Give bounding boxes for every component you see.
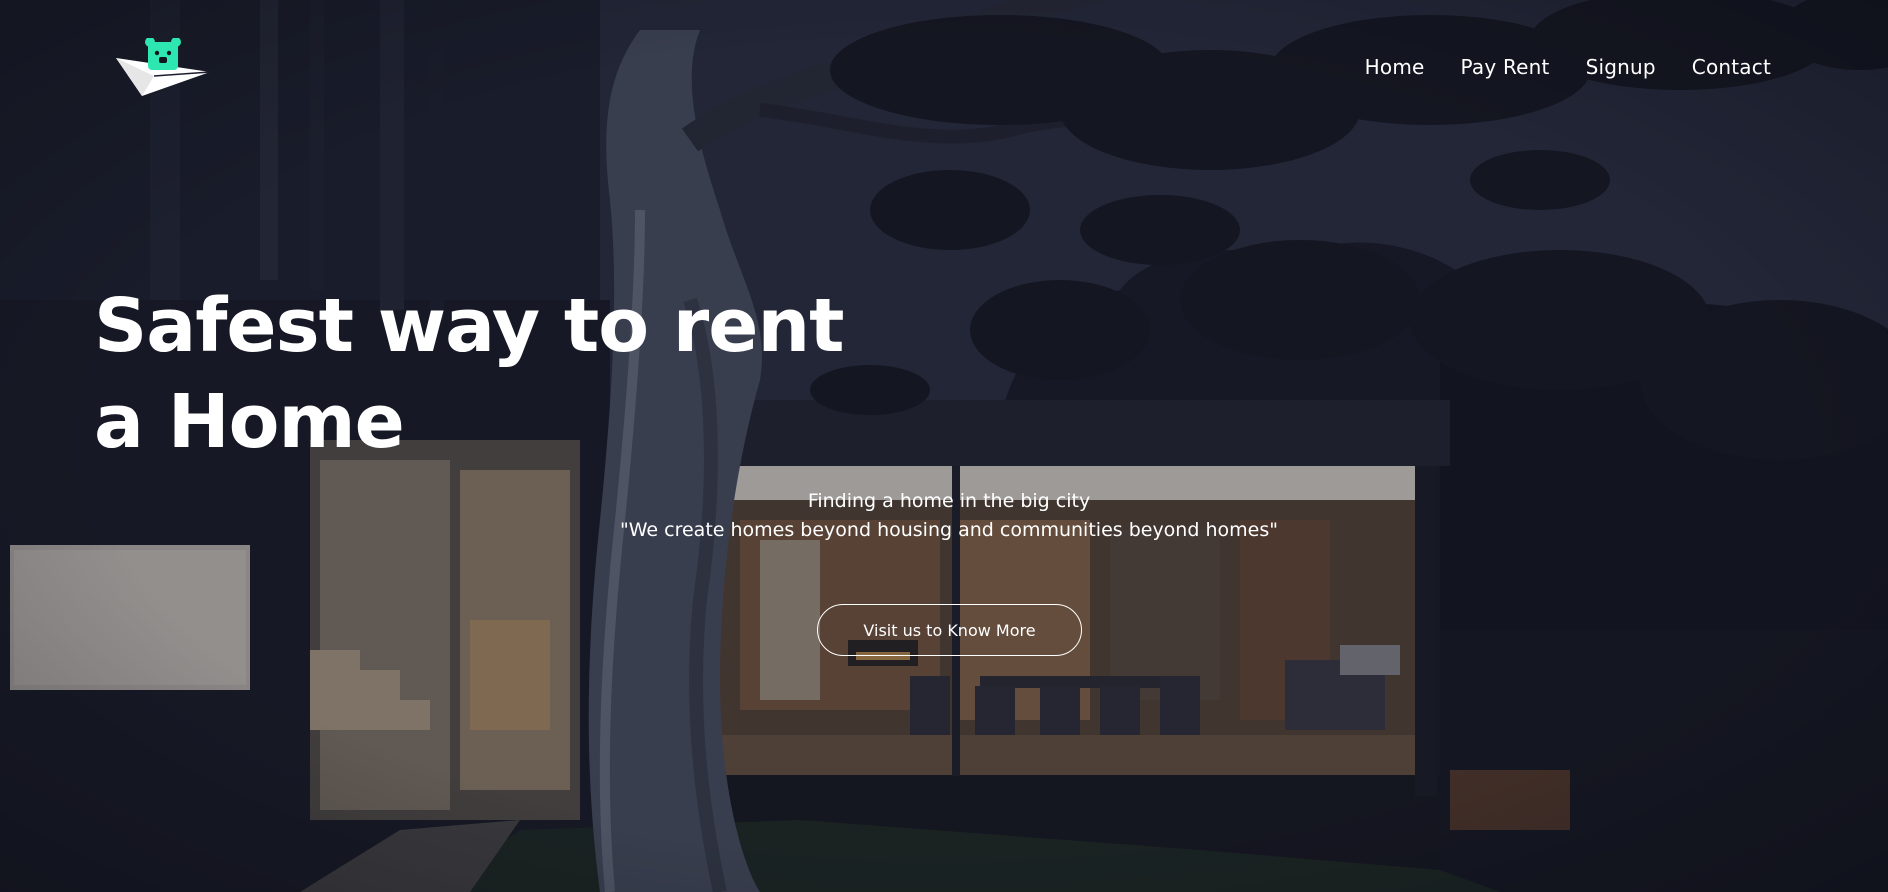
nav-signup[interactable]: Signup: [1586, 54, 1656, 80]
paper-plane-bear-logo-icon[interactable]: [114, 38, 212, 100]
nav-home[interactable]: Home: [1365, 54, 1425, 80]
hero-section: Home Pay Rent Signup Contact Safest way …: [0, 0, 1888, 892]
hero-tagline: Finding a home in the big city "We creat…: [0, 487, 1888, 545]
visit-us-button[interactable]: Visit us to Know More: [817, 604, 1082, 656]
tagline-line-1: Finding a home in the big city: [807, 490, 1091, 512]
hero-headline: Safest way to rent a Home: [94, 283, 845, 465]
top-nav: Home Pay Rent Signup Contact: [1365, 54, 1771, 80]
nav-pay-rent[interactable]: Pay Rent: [1461, 54, 1550, 80]
tagline-line-2: "We create homes beyond housing and comm…: [620, 519, 1278, 541]
nav-contact[interactable]: Contact: [1692, 54, 1771, 80]
